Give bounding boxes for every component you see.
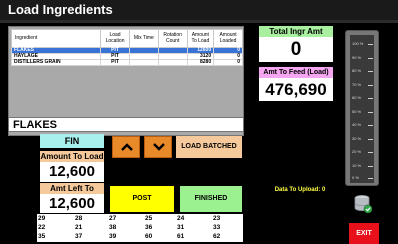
column-header-ingredient[interactable]: Ingredient — [10, 29, 102, 48]
gauge-track: 100 % 90 % 80 % 70 % 60 % 50 % 40 % 30 %… — [350, 35, 374, 183]
chevron-up-icon — [121, 143, 133, 151]
grid-cell: 31 — [177, 224, 185, 231]
column-header-location[interactable]: Load Location — [100, 29, 130, 48]
selected-ingredient-display: FLAKES — [8, 117, 244, 132]
gauge-tick: 100 % — [352, 41, 374, 49]
grid-cell: 37 — [75, 233, 83, 240]
gauge-tick: 70 % — [352, 82, 374, 90]
gauge-tick: 30 % — [352, 136, 374, 144]
grid-row: 29 28 27 25 24 23 — [37, 215, 243, 223]
grid-cell: 33 — [213, 224, 221, 231]
amt-to-feed-value: 476,690 — [259, 78, 333, 101]
gauge-tick: 90 % — [352, 55, 374, 63]
table-header-row: Ingredient Load Location Mix Time Rotati… — [10, 29, 243, 48]
grid-cell: 62 — [213, 233, 221, 240]
column-header-amount-to-load[interactable]: Amount To Load — [186, 29, 215, 48]
scroll-up-button[interactable] — [112, 136, 140, 158]
ingredient-table: Ingredient Load Location Mix Time Rotati… — [10, 29, 243, 66]
grid-cell: 35 — [38, 233, 46, 240]
grid-cell: 21 — [75, 224, 83, 231]
cell-rotation — [157, 59, 188, 66]
grid-cell: 29 — [38, 215, 46, 222]
number-grid: 29 28 27 25 24 23 22 21 38 36 31 33 35 3… — [37, 214, 243, 242]
data-to-upload-status: Data To Upload: 0 — [274, 187, 326, 193]
exit-button[interactable]: EXIT — [349, 223, 379, 244]
fin-indicator: FIN — [40, 134, 104, 148]
grid-row: 35 37 39 60 61 62 — [37, 233, 243, 241]
gauge-tick: 10 % — [352, 163, 374, 171]
load-level-gauge: 100 % 90 % 80 % 70 % 60 % 50 % 40 % 30 %… — [345, 30, 379, 186]
cell-mix-time — [128, 59, 159, 66]
amount-to-load-value: 12,600 — [40, 162, 104, 182]
gauge-tick: 50 % — [352, 109, 374, 117]
title-bar: Load Ingredients — [0, 0, 398, 20]
chevron-down-icon — [153, 143, 165, 151]
column-header-amount-loaded[interactable]: Amount Loaded — [213, 29, 243, 48]
gauge-tick: 80 % — [352, 68, 374, 76]
window-title: Load Ingredients — [8, 2, 113, 17]
finished-button[interactable]: FINISHED — [180, 186, 242, 212]
grid-cell: 23 — [213, 215, 221, 222]
grid-cell: 36 — [145, 224, 153, 231]
table-row[interactable]: DISTILLERS GRAIN PIT 8280 0 — [10, 59, 243, 66]
gauge-tick: 40 % — [352, 122, 374, 130]
grid-cell: 61 — [177, 233, 185, 240]
grid-cell: 24 — [177, 215, 185, 222]
amount-left-to-load-value: 12,600 — [40, 194, 104, 213]
grid-cell: 22 — [38, 224, 46, 231]
post-button[interactable]: POST — [110, 186, 174, 212]
grid-row: 22 21 38 36 31 33 — [37, 224, 243, 232]
amount-to-load-label: Amount To Load — [40, 151, 104, 162]
grid-cell: 39 — [109, 233, 117, 240]
amount-left-to-load-label: Amt Left To Load — [40, 183, 104, 204]
cell-location: PIT — [100, 59, 130, 66]
total-ingr-amt-label: Total Ingr Amt — [259, 26, 333, 37]
cell-ingredient: DISTILLERS GRAIN — [10, 59, 102, 66]
grid-cell: 60 — [145, 233, 153, 240]
load-batched-button[interactable]: LOAD BATCHED — [176, 136, 242, 158]
grid-cell: 38 — [109, 224, 117, 231]
amt-to-feed-label: Amt To Feed (Load) — [259, 67, 333, 78]
grid-cell: 25 — [145, 215, 153, 222]
column-header-mix-time[interactable]: Mix Time — [128, 29, 159, 48]
gauge-tick: 0 % — [352, 175, 374, 183]
total-ingr-amt-value: 0 — [259, 37, 333, 62]
grid-cell: 27 — [109, 215, 117, 222]
scroll-down-button[interactable] — [144, 136, 172, 158]
grid-cell: 28 — [75, 215, 83, 222]
gauge-tick: 60 % — [352, 95, 374, 103]
cell-loaded: 0 — [213, 59, 243, 66]
database-sync-icon[interactable] — [354, 194, 372, 214]
cell-to-load: 8280 — [186, 59, 215, 66]
column-header-rotation[interactable]: Rotation Count — [157, 29, 188, 48]
gauge-tick: 20 % — [352, 149, 374, 157]
title-divider — [0, 20, 398, 23]
